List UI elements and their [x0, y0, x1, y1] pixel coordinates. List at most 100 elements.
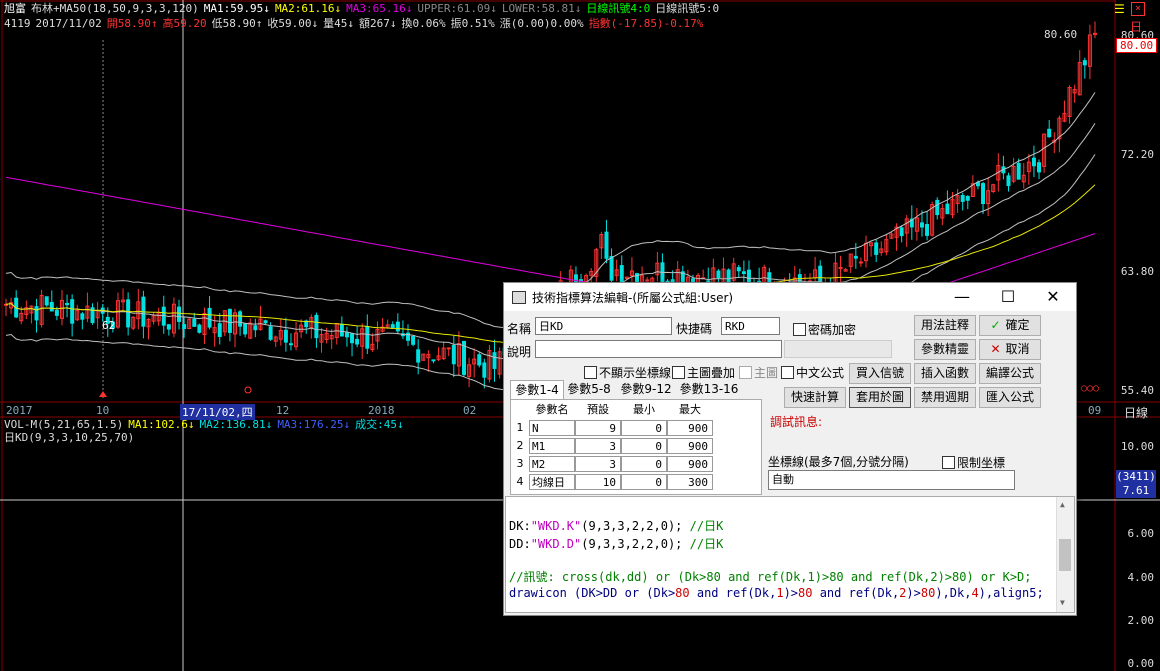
tab-params-13-16[interactable]: 參數13-16 [678, 380, 740, 399]
param-min-cell[interactable]: 0 [621, 420, 667, 436]
code-scrollbar[interactable]: ▲ ▼ [1056, 497, 1074, 612]
candle-body [1082, 60, 1087, 66]
param-default-cell[interactable]: 3 [575, 456, 621, 472]
maximize-icon[interactable]: ☐ [990, 285, 1026, 309]
compile-button[interactable]: 編譯公式 [979, 363, 1041, 384]
insert-function-button[interactable]: 插入函數 [914, 363, 976, 384]
desc-input[interactable] [535, 340, 782, 358]
lower-axis-label: 10.00 [1120, 440, 1154, 453]
scroll-down-icon[interactable]: ▼ [1060, 598, 1065, 607]
ok-button[interactable]: ✓ 確定 [979, 315, 1041, 336]
ma1-value: MA1:59.95↓ [203, 2, 270, 15]
param-max-cell[interactable]: 900 [667, 438, 713, 454]
candle-body [1006, 175, 1011, 187]
axis-lines-input[interactable]: 自動 [768, 470, 1015, 490]
formula-editor-dialog[interactable]: 技術指標算法編輯-(所屬公式組:User) — ☐ ✕ 名稱 日KD 快捷碼 R… [503, 282, 1077, 616]
disable-period-button[interactable]: 禁用週期 [914, 387, 976, 408]
code-tok: 1 [776, 586, 784, 600]
code-tok: ),Dk, [935, 586, 972, 600]
open-value: 開58.90↑ [106, 17, 158, 30]
hide-axis-checkbox[interactable]: 不顯示坐標線 [584, 364, 671, 381]
name-input[interactable]: 日KD [535, 317, 672, 335]
code-line-1: DK:"WKD.K"(9,3,3,2,2,0); //日K [509, 517, 723, 534]
alert-icon[interactable]: ☰ [1114, 2, 1125, 16]
kd-label: 日KD(9,3,3,10,25,70) [4, 431, 135, 444]
candle-body [207, 307, 212, 328]
change-value: 漲(0.00)0.00% [499, 17, 584, 30]
param-name-cell[interactable]: 均線日 [529, 474, 575, 490]
code-tok: ),align5; [978, 586, 1044, 600]
quick-calc-button[interactable]: 快速計算 [784, 387, 846, 408]
kd-value-badge: (3411) 7.61 [1116, 470, 1156, 498]
tab-params-9-12[interactable]: 參數9-12 [617, 380, 675, 399]
kd-header: 日KD(9,3,3,10,25,70) [4, 431, 139, 445]
param-name-cell[interactable]: N [529, 420, 575, 436]
param-min-cell[interactable]: 0 [621, 474, 667, 490]
param-default-cell[interactable]: 10 [575, 474, 621, 490]
candle-body [446, 347, 451, 350]
param-wizard-button[interactable]: 參數精靈 [914, 339, 976, 360]
checkbox-box[interactable] [584, 366, 597, 379]
close-chart-icon[interactable]: × [1131, 2, 1145, 16]
limit-axis-checkbox[interactable]: 限制坐標 [942, 454, 1005, 471]
formula-code-editor[interactable]: DK:"WKD.K"(9,3,3,2,2,0); //日K DD:"WKD.D"… [505, 496, 1075, 613]
header-line-2: 4119 2017/11/02 開58.90↑ 高59.20 低58.90↑ 收59.00… [4, 17, 708, 31]
buy-signal-button[interactable]: 買入信號 [849, 363, 911, 384]
syntax-help-button[interactable]: 用法註釋 [914, 315, 976, 336]
scroll-thumb[interactable] [1059, 539, 1071, 571]
code-tok: //日K [689, 519, 724, 533]
param-min-cell[interactable]: 0 [621, 456, 667, 472]
price-axis-label: 72.20 [1120, 148, 1154, 161]
candle-body [609, 256, 614, 281]
code-tok: (9,3,3,2,2,0); [581, 519, 690, 533]
param-max-cell[interactable]: 900 [667, 420, 713, 436]
chinese-formula-checkbox[interactable]: 中文公式 [781, 364, 844, 381]
checkbox-box[interactable] [942, 456, 955, 469]
code-tok: 4 [971, 586, 979, 600]
candle-body [339, 323, 344, 337]
code-tok: 80 [920, 586, 936, 600]
price-axis-label: 63.80 [1120, 265, 1154, 278]
param-max-cell[interactable]: 900 [667, 456, 713, 472]
candle-body [416, 349, 421, 363]
minimize-icon[interactable]: — [944, 285, 980, 309]
candle-body [126, 299, 131, 328]
code-tok: and ref(Dk, [689, 586, 777, 600]
tab-params-5-8[interactable]: 參數5-8 [564, 380, 614, 399]
param-default-cell[interactable]: 3 [575, 438, 621, 454]
apply-chart-button[interactable]: 套用於圖 [849, 387, 911, 408]
import-formula-button[interactable]: 匯入公式 [979, 387, 1041, 408]
param-max-cell[interactable]: 300 [667, 474, 713, 490]
checkbox-box[interactable] [781, 366, 794, 379]
candle-body [54, 310, 59, 316]
shortcut-input[interactable]: RKD [721, 317, 780, 335]
password-checkbox[interactable]: 密碼加密 [793, 321, 856, 338]
candle-body [288, 343, 293, 346]
param-default-cell[interactable]: 9 [575, 420, 621, 436]
param-row-number: 2 [516, 439, 524, 452]
checkbox-box[interactable] [672, 366, 685, 379]
scroll-up-icon[interactable]: ▲ [1060, 500, 1065, 509]
candle-body [1047, 128, 1052, 138]
code-tok: 80 [675, 586, 690, 600]
candle-body [965, 195, 970, 201]
param-row-number: 1 [516, 421, 524, 434]
param-header: 最大 [679, 403, 701, 416]
candle-body [44, 296, 49, 306]
period-selector[interactable]: 日線 [1124, 404, 1148, 421]
checkbox-box[interactable] [793, 323, 806, 336]
checkbox-box [739, 366, 752, 379]
param-name-cell[interactable]: M2 [529, 456, 575, 472]
price-axis-label: 55.40 [1120, 384, 1154, 397]
bar-date: 2017/11/02 [35, 17, 102, 30]
close-icon[interactable]: ✕ [1035, 285, 1071, 309]
stock-name: 旭富 [4, 2, 26, 15]
tab-params-1-4[interactable]: 參數1-4 [510, 380, 564, 400]
dialog-titlebar[interactable]: 技術指標算法編輯-(所屬公式組:User) — ☐ ✕ [504, 283, 1076, 311]
main-overlay-checkbox[interactable]: 主圖疊加 [672, 364, 735, 381]
turnover-value: 換0.06% [401, 17, 446, 30]
candle-body [716, 270, 721, 279]
param-min-cell[interactable]: 0 [621, 438, 667, 454]
cancel-button[interactable]: ✕ 取消 [979, 339, 1041, 360]
param-name-cell[interactable]: M1 [529, 438, 575, 454]
